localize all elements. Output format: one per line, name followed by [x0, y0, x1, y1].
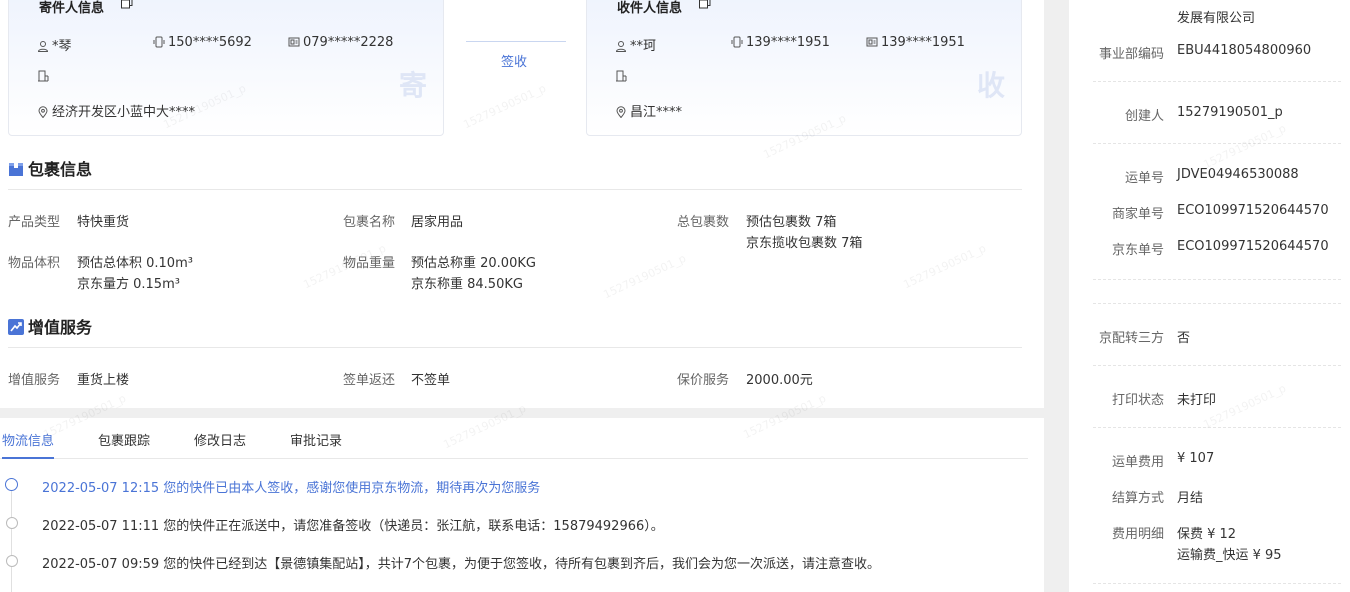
timeline-dot [6, 517, 18, 529]
timeline-entry: 2022-05-07 12:15 您的快件已由本人签收，感谢您使用京东物流，期待… [42, 481, 541, 496]
field-value: 2000.00元 [746, 373, 813, 388]
sidebar-label: 运单号 [1124, 171, 1164, 186]
company-name-tail: 发展有限公司 [1177, 11, 1256, 26]
order-summary-sidebar: 发展有限公司 事业部编码 EBU4418054800960 创建人 152791… [1069, 0, 1350, 592]
sign-status: 签收 [501, 55, 528, 70]
sidebar-value: 否 [1177, 331, 1191, 346]
field-value: 京东量方 0.15m³ [77, 277, 180, 292]
receiver-address: 昌江**** [615, 101, 682, 120]
field-label: 物品重量 [343, 256, 396, 271]
trend-chart-icon [8, 319, 24, 335]
copy-icon[interactable] [121, 0, 133, 9]
field-value: 重货上楼 [77, 373, 130, 388]
field-label: 签单返还 [343, 373, 396, 388]
tab-logistics-info[interactable]: 物流信息 [2, 430, 55, 459]
logistics-panel: 物流信息 包裹跟踪 修改日志 审批记录 2022-05-07 12:15 您的快… [0, 418, 1044, 592]
phone-icon [288, 37, 300, 47]
sidebar-value: ¥ 107 [1177, 451, 1215, 466]
sidebar-value: ECO109971520644570 [1177, 239, 1329, 254]
sidebar-label: 创建人 [1124, 109, 1164, 124]
sender-address: 经济开发区小蓝中大**** [37, 101, 195, 120]
receiver-title: 收件人信息 [617, 1, 683, 16]
receiver-badge-char: 收 [977, 69, 1006, 102]
sidebar-divider [1093, 427, 1341, 428]
sender-mobile: 150****5692 [153, 35, 252, 50]
sidebar-label: 结算方式 [1111, 491, 1164, 506]
sidebar-label: 京东单号 [1111, 243, 1164, 258]
sidebar-label: 打印状态 [1111, 393, 1164, 408]
sender-title: 寄件人信息 [39, 1, 105, 16]
tab-change-log[interactable]: 修改日志 [194, 430, 246, 449]
sidebar-value: 15279190501_p [1177, 105, 1283, 120]
sidebar-value: EBU4418054800960 [1177, 43, 1312, 58]
value-added-section-title: 增值服务 [8, 314, 92, 338]
field-value: 居家用品 [411, 215, 464, 230]
sidebar-divider [1093, 365, 1341, 366]
field-value: 预估总体积 0.10m³ [77, 256, 193, 271]
field-value: 特快重货 [77, 215, 130, 230]
sidebar-value: 保费 ¥ 12 [1177, 527, 1237, 542]
timeline-line [11, 484, 12, 592]
receiver-mobile: 139****1951 [731, 35, 830, 50]
sidebar-divider [1093, 583, 1341, 584]
sidebar-value: 月结 [1177, 491, 1204, 506]
sidebar-label: 运单费用 [1111, 455, 1164, 470]
sender-card: 寄件人信息 *琴 150****5692 079*****2228 经济开发区小… [8, 0, 444, 136]
field-value: 京东揽收包裹数 7箱 [746, 236, 863, 251]
package-section-title: 包裹信息 [8, 156, 92, 180]
sidebar-divider [1093, 81, 1341, 82]
sidebar-value: 未打印 [1177, 393, 1217, 408]
field-label: 物品体积 [8, 256, 61, 271]
timeline-entry: 2022-05-07 09:59 您的快件已经到达【景德镇集配站】，共计7个包裹… [42, 557, 881, 572]
sidebar-value: 运输费_快运 ¥ 95 [1177, 548, 1282, 563]
receiver-company-icon-row [615, 69, 630, 84]
mobile-icon [731, 36, 743, 48]
sidebar-divider [1093, 279, 1341, 280]
timeline-entry: 2022-05-07 11:11 您的快件正在派送中，请您准备签收（快递员：张江… [42, 519, 664, 534]
field-value: 预估包裹数 7箱 [746, 215, 837, 230]
phone-icon [866, 37, 878, 47]
sender-name: *琴 [37, 35, 72, 54]
user-icon [37, 41, 49, 52]
value-added-divider [8, 347, 1022, 348]
package-divider [8, 189, 1022, 190]
field-label: 产品类型 [8, 215, 61, 230]
tab-package-tracking[interactable]: 包裹跟踪 [98, 430, 150, 449]
field-label: 保价服务 [677, 373, 730, 388]
user-icon [615, 41, 627, 52]
sidebar-label: 京配转三方 [1098, 331, 1164, 346]
order-detail-panel: 寄件人信息 *琴 150****5692 079*****2228 经济开发区小… [0, 0, 1044, 408]
package-icon [9, 163, 23, 176]
receiver-phone: 139****1951 [866, 35, 965, 50]
field-label: 增值服务 [8, 373, 61, 388]
sidebar-label: 事业部编码 [1098, 47, 1164, 62]
location-icon [38, 106, 48, 118]
field-value: 不签单 [411, 373, 451, 388]
mobile-icon [153, 36, 165, 48]
sidebar-value: JDVE04946530088 [1177, 167, 1299, 182]
field-label: 总包裹数 [677, 215, 730, 230]
building-icon [616, 70, 627, 82]
sidebar-label: 费用明细 [1111, 527, 1164, 542]
receiver-card: 收件人信息 **珂 139****1951 139****1951 昌江****… [586, 0, 1022, 136]
sender-phone: 079*****2228 [288, 35, 393, 50]
field-value: 预估总称重 20.00KG [411, 256, 536, 271]
sidebar-divider [1093, 303, 1341, 304]
sender-badge-char: 寄 [399, 69, 428, 102]
sender-company-icon-row [37, 69, 52, 84]
timeline-dot [6, 555, 18, 567]
receiver-name: **珂 [615, 35, 656, 54]
tab-bar: 物流信息 包裹跟踪 修改日志 审批记录 [0, 430, 1028, 459]
sidebar-divider [1093, 143, 1341, 144]
sidebar-label: 商家单号 [1111, 207, 1164, 222]
sidebar-value: ECO109971520644570 [1177, 203, 1329, 218]
transit-line [466, 41, 566, 42]
location-icon [616, 106, 626, 118]
field-label: 包裹名称 [343, 215, 396, 230]
building-icon [38, 70, 49, 82]
field-value: 京东称重 84.50KG [411, 277, 523, 292]
copy-icon[interactable] [699, 0, 711, 9]
tab-approval-records[interactable]: 审批记录 [290, 430, 342, 449]
timeline-dot [5, 478, 18, 491]
